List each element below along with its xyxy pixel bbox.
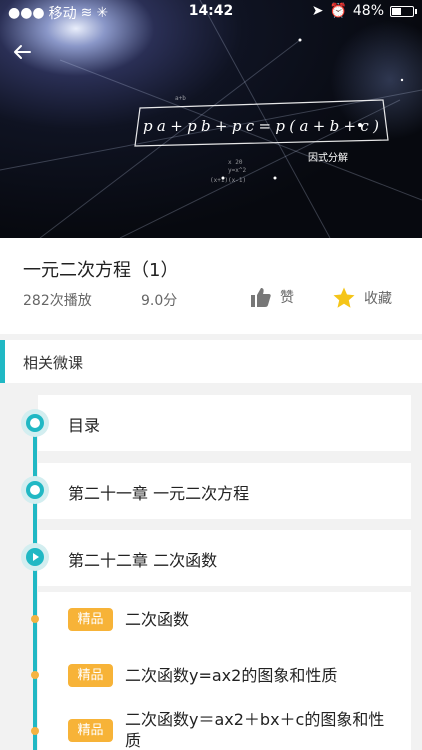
premium-badge: 精品 — [68, 719, 113, 742]
chapter-card[interactable]: 第二十一章 一元二次方程 — [38, 463, 411, 519]
back-button[interactable] — [12, 38, 44, 70]
like-button[interactable]: 赞 — [250, 286, 294, 308]
like-label: 赞 — [280, 290, 294, 306]
battery-fill — [392, 7, 401, 15]
location-icon: ➤ — [311, 3, 324, 19]
svg-text:(x+1)(x-1): (x+1)(x-1) — [210, 177, 246, 184]
svg-text:x 20: x 20 — [228, 159, 243, 166]
lesson-item[interactable]: 精品 二次函数 — [68, 607, 408, 633]
lesson-item-title: 二次函数y＝ax2＋bx＋c的图象和性质 — [125, 710, 385, 750]
lesson-item-title: 二次函数y=ax2的图象和性质 — [125, 666, 338, 685]
timeline-dot — [31, 727, 39, 735]
alarm-icon: ⏰ — [329, 3, 347, 19]
star-icon — [333, 287, 355, 308]
favorite-label: 收藏 — [364, 291, 392, 307]
status-right: ➤ ⏰ 48% — [311, 3, 417, 19]
lesson-title: 一元二次方程（1） — [23, 260, 179, 281]
formula-caption: 因式分解 — [308, 151, 348, 164]
timeline-dot — [31, 615, 39, 623]
lesson-info: 一元二次方程（1） 282次播放 9.0分 赞 收藏 — [0, 238, 422, 334]
chapter-label: 第二十一章 一元二次方程 — [68, 484, 250, 503]
lesson-score: 9.0分 — [141, 293, 178, 309]
svg-text:y=x^2: y=x^2 — [228, 167, 246, 174]
video-player[interactable]: a+b x 20 y=x^2 (x+1)(x-1) pa+pb+pc=p(a+b… — [0, 0, 422, 238]
timeline-dot — [31, 671, 39, 679]
timeline-line — [33, 420, 37, 750]
chapter-label: 目录 — [68, 416, 101, 435]
section-title: 相关微课 — [23, 354, 84, 372]
chapter-label: 第二十二章 二次函数 — [68, 551, 218, 570]
lesson-item-title: 二次函数 — [125, 610, 190, 629]
battery-percent: 48% — [352, 3, 384, 19]
lesson-item[interactable]: 精品 二次函数y＝ax2＋bx＋c的图象和性质 — [68, 709, 408, 750]
play-count: 282次播放 — [23, 293, 92, 309]
premium-badge: 精品 — [68, 608, 113, 631]
section-accent-bar — [0, 340, 5, 383]
back-arrow-icon — [14, 45, 31, 59]
video-frame-graphic: a+b x 20 y=x^2 (x+1)(x-1) pa+pb+pc=p(a+b… — [0, 0, 422, 238]
svg-text:a+b: a+b — [175, 95, 186, 102]
related-section-header: 相关微课 — [0, 340, 422, 383]
lesson-item[interactable]: 精品 二次函数y=ax2的图象和性质 — [68, 663, 408, 689]
battery-icon — [390, 5, 417, 17]
status-bar: ●●● 移动 ≋ ✳ 14:42 ➤ ⏰ 48% — [0, 0, 422, 24]
timeline-node — [21, 476, 49, 504]
formula-text: pa+pb+pc=p(a+b+c) — [143, 117, 379, 135]
thumbs-up-icon — [251, 288, 271, 307]
premium-badge: 精品 — [68, 664, 113, 687]
timeline-node — [21, 409, 49, 437]
play-node-icon — [21, 543, 49, 571]
favorite-button[interactable]: 收藏 — [332, 286, 392, 310]
chapter-card[interactable]: 目录 — [38, 395, 411, 451]
chapter-card-current[interactable]: 第二十二章 二次函数 — [38, 530, 411, 586]
